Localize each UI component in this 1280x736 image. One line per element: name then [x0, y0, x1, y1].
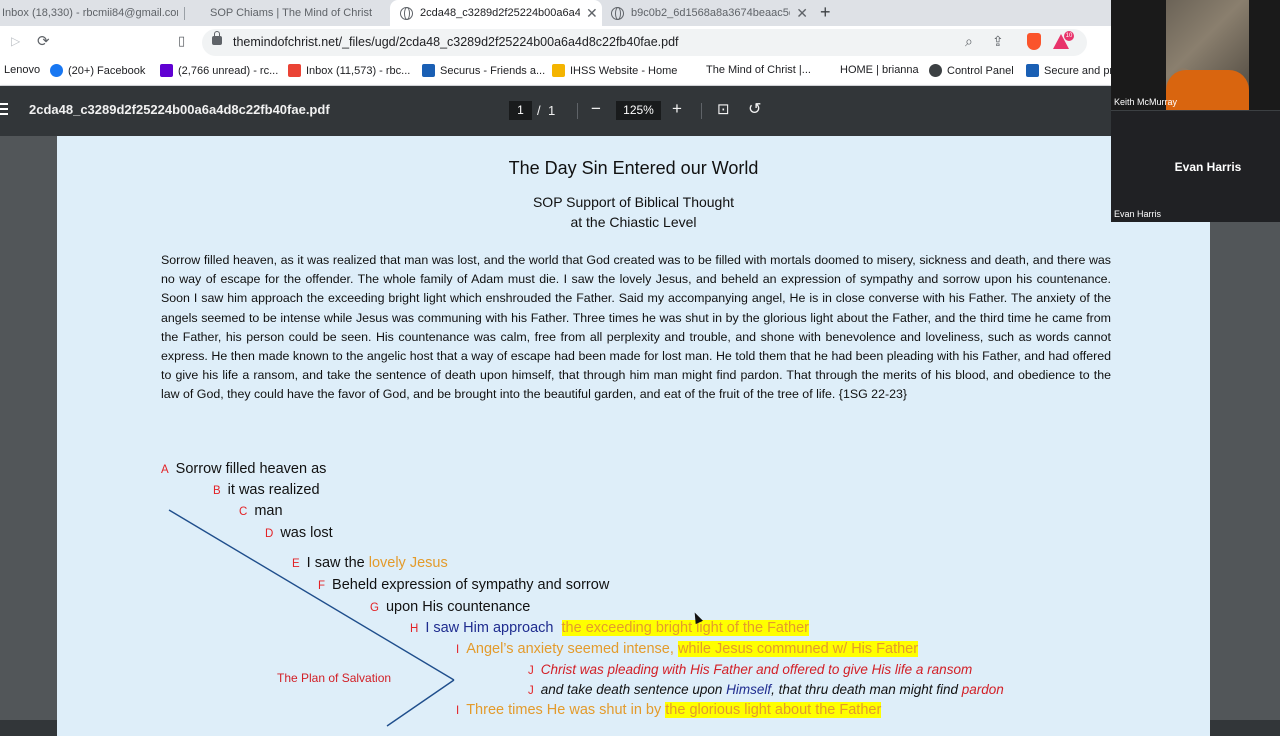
chiasm-letter: I: [456, 644, 460, 656]
chiasm-line-i2: I Three times He was shut in by the glori…: [456, 702, 882, 718]
tab-label: SOP Chiams | The Mind of Christ: [210, 7, 373, 19]
bookmark-ihss[interactable]: IHSS Website - Home: [552, 64, 677, 77]
page-number-input[interactable]: 1: [509, 101, 532, 120]
chiasm-line-j2: Jand take death sentence upon Himself, t…: [528, 682, 1004, 697]
rewards-badge: 10: [1064, 31, 1074, 41]
share-icon[interactable]: ⇪: [992, 33, 1004, 50]
forward-icon[interactable]: ▷: [11, 34, 20, 48]
participant-center-name: Evan Harris: [1174, 160, 1242, 174]
tab-gmail[interactable]: Inbox (18,330) - rbcmii84@gmail.com: [2, 0, 178, 26]
control-panel-icon: [929, 64, 942, 77]
bookmark-control-panel[interactable]: Control Panel: [929, 64, 1014, 77]
lock-icon: [212, 31, 222, 45]
page-separator: /: [537, 103, 541, 118]
tab-strip: Inbox (18,330) - rbcmii84@gmail.com SOP …: [0, 0, 1111, 26]
address-bar[interactable]: themindofchrist.net/_files/ugd/2cda48_c3…: [202, 29, 1087, 56]
chiasm-letter: G: [370, 602, 379, 614]
bookmark-lenovo[interactable]: Lenovo: [4, 64, 40, 76]
chiasm-line-i1: I Angel’s anxiety seemed intense, while J…: [456, 641, 919, 657]
chiasm-letter: H: [410, 623, 419, 635]
bookmark-securus[interactable]: Securus - Friends a...: [422, 64, 545, 77]
chiasm-line-h: HI saw Him approach the exceeding bright…: [410, 620, 809, 636]
chiasm-letter: F: [318, 580, 326, 592]
participant-name: Evan Harris: [1114, 209, 1162, 219]
bookmarks-bar: Lenovo (20+) Facebook (2,766 unread) - r…: [0, 59, 1113, 86]
chiasm-line-j1: J Christ was pleading with His Father and…: [528, 662, 973, 677]
bookmark-facebook[interactable]: (20+) Facebook: [50, 64, 145, 77]
tile-divider: [1111, 110, 1280, 111]
divider: [577, 103, 578, 119]
secure-icon: [1026, 64, 1039, 77]
tab-separator: [184, 7, 185, 20]
bookmark-secure[interactable]: Secure and pr: [1026, 64, 1113, 77]
tab-label: b9c0b2_6d1568a8a3674beaac5d603d: [631, 7, 790, 19]
chiasm-letter: I: [456, 705, 460, 717]
webcam-feed: [1166, 0, 1249, 110]
rotate-icon[interactable]: ↺: [748, 99, 761, 119]
reload-icon[interactable]: ⟳: [37, 32, 50, 50]
chiasm-line-ascending: [386, 679, 455, 727]
participant-shirt: [1166, 70, 1249, 110]
chiasm-line-a: A Sorrow filled heaven as: [161, 461, 327, 477]
globe-icon: [400, 6, 413, 20]
plan-of-salvation-label: The Plan of Salvation: [277, 671, 392, 685]
chiasm-letter: J: [528, 685, 534, 697]
bookmark-brianna[interactable]: HOME | brianna: [840, 64, 919, 76]
close-icon[interactable]: ✕: [586, 5, 598, 22]
page-total: 1: [548, 103, 556, 118]
pdf-toolbar: 2cda48_c3289d2f25224b00a6a4d8c22fb40fae.…: [0, 86, 1111, 136]
globe-icon: [611, 6, 624, 20]
participant-tile-keith[interactable]: Keith McMurray: [1111, 0, 1280, 110]
bookmark-mind-of-christ[interactable]: The Mind of Christ |...: [706, 64, 811, 76]
brave-shield-icon[interactable]: [1027, 33, 1041, 50]
bookmark-yahoo-mail[interactable]: (2,766 unread) - rc...: [160, 64, 278, 77]
divider: [701, 103, 702, 119]
tab-sop-chiams[interactable]: SOP Chiams | The Mind of Christ: [210, 0, 380, 26]
bookmark-icon[interactable]: ▯: [178, 33, 185, 49]
zoom-in-icon[interactable]: +: [672, 99, 682, 119]
new-tab-button[interactable]: +: [820, 2, 831, 23]
close-icon[interactable]: ✕: [796, 5, 808, 22]
chiasm-line-d: Dwas lost: [265, 525, 333, 541]
yahoo-mail-icon: [160, 64, 173, 77]
gmail-icon: [288, 64, 301, 77]
chiasm-letter: E: [292, 558, 300, 570]
bookmark-gmail[interactable]: Inbox (11,573) - rbc...: [288, 64, 410, 77]
pdf-filename: 2cda48_c3289d2f25224b00a6a4d8c22fb40fae.…: [29, 102, 330, 117]
browser-toolbar: ▷ ⟳ ▯ themindofchrist.net/_files/ugd/2cd…: [0, 26, 1111, 59]
securus-icon: [422, 64, 435, 77]
chiasm-line-e: EI saw the lovely Jesus: [292, 555, 448, 571]
url-text: themindofchrist.net/_files/ugd/2cda48_c3…: [233, 35, 679, 49]
zoom-out-icon[interactable]: −: [591, 99, 601, 119]
chiasm-letter: C: [239, 506, 248, 518]
participant-name: Keith McMurray: [1114, 97, 1178, 107]
chiasm-line-g: Gupon His countenance: [370, 599, 531, 615]
fit-page-icon[interactable]: ⊡: [717, 100, 730, 118]
chiasm-letter: A: [161, 464, 169, 476]
pdf-page: The Day Sin Entered our World SOP Suppor…: [57, 136, 1210, 736]
chiasm-letter: B: [213, 485, 221, 497]
tab-label: Inbox (18,330) - rbcmii84@gmail.com: [2, 7, 178, 19]
tab-pdf-2[interactable]: b9c0b2_6d1568a8a3674beaac5d603d ✕: [608, 0, 808, 26]
zoom-level-input[interactable]: 125%: [616, 101, 661, 120]
pdf-viewer: The Day Sin Entered our World SOP Suppor…: [0, 136, 1280, 736]
tab-pdf-active[interactable]: 2cda48_c3289d2f25224b00a6a4d ✕: [390, 0, 602, 26]
chiasm-letter: J: [528, 665, 534, 677]
video-call-panel: Keith McMurray Evan Harris Evan Harris: [1111, 0, 1280, 222]
ihss-icon: [552, 64, 565, 77]
facebook-icon: [50, 64, 63, 77]
chiasm-line-c: Cman: [239, 503, 283, 519]
chiasm-line-b: Bit was realized: [213, 482, 320, 498]
chiasm-letter: D: [265, 528, 274, 540]
chiasm-line-f: F Beheld expression of sympathy and sorro…: [318, 577, 610, 593]
menu-icon[interactable]: [0, 103, 8, 105]
tab-label: 2cda48_c3289d2f25224b00a6a4d: [420, 7, 580, 19]
zoom-icon[interactable]: ⌕: [965, 33, 973, 50]
